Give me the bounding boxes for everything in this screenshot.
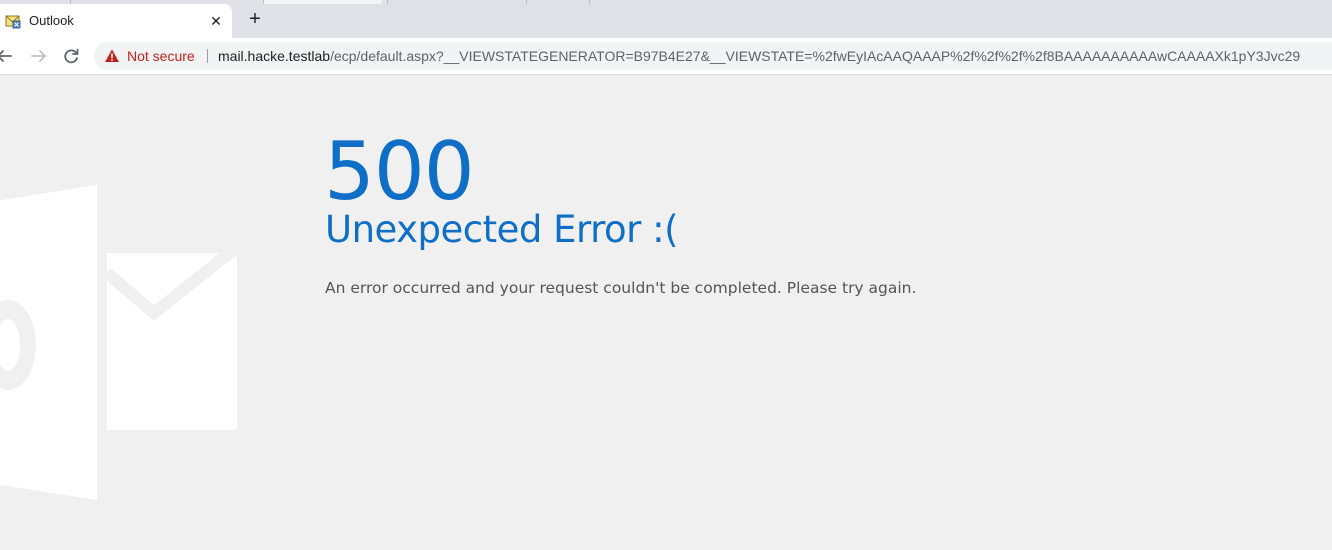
outlook-logo-watermark-icon bbox=[0, 185, 240, 500]
url-host: mail.hacke.testlab bbox=[218, 48, 331, 64]
outlook-mail-icon bbox=[5, 13, 21, 29]
reload-icon[interactable] bbox=[61, 46, 81, 66]
forward-arrow-icon[interactable] bbox=[29, 46, 49, 66]
error-page: 500 Unexpected Error :( An error occurre… bbox=[0, 75, 1332, 550]
background-tab-edge bbox=[387, 0, 522, 4]
error-message: An error occurred and your request could… bbox=[325, 279, 917, 297]
browser-toolbar: Not secure mail.hacke.testlab/ecp/defaul… bbox=[0, 38, 1332, 75]
tab-title: Outlook bbox=[29, 13, 74, 28]
warning-triangle-icon[interactable] bbox=[104, 48, 120, 64]
security-status-label[interactable]: Not secure bbox=[127, 48, 195, 64]
omnibox-divider bbox=[207, 49, 208, 63]
close-tab-icon[interactable]: ✕ bbox=[206, 11, 226, 31]
background-tab-edge bbox=[526, 0, 590, 4]
tab-outlook[interactable]: Outlook ✕ bbox=[0, 4, 232, 38]
background-tab-edge bbox=[263, 0, 382, 4]
error-title: Unexpected Error :( bbox=[325, 208, 679, 251]
new-tab-button[interactable]: + bbox=[244, 8, 266, 30]
url-path: /ecp/default.aspx?__VIEWSTATEGENERATOR=B… bbox=[330, 48, 1301, 64]
tab-strip: Outlook ✕ + bbox=[0, 0, 1332, 38]
address-bar[interactable]: Not secure mail.hacke.testlab/ecp/defaul… bbox=[94, 42, 1332, 70]
error-code: 500 bbox=[324, 125, 475, 218]
url-text[interactable]: mail.hacke.testlab/ecp/default.aspx?__VI… bbox=[218, 48, 1300, 64]
back-arrow-icon[interactable] bbox=[0, 46, 14, 66]
